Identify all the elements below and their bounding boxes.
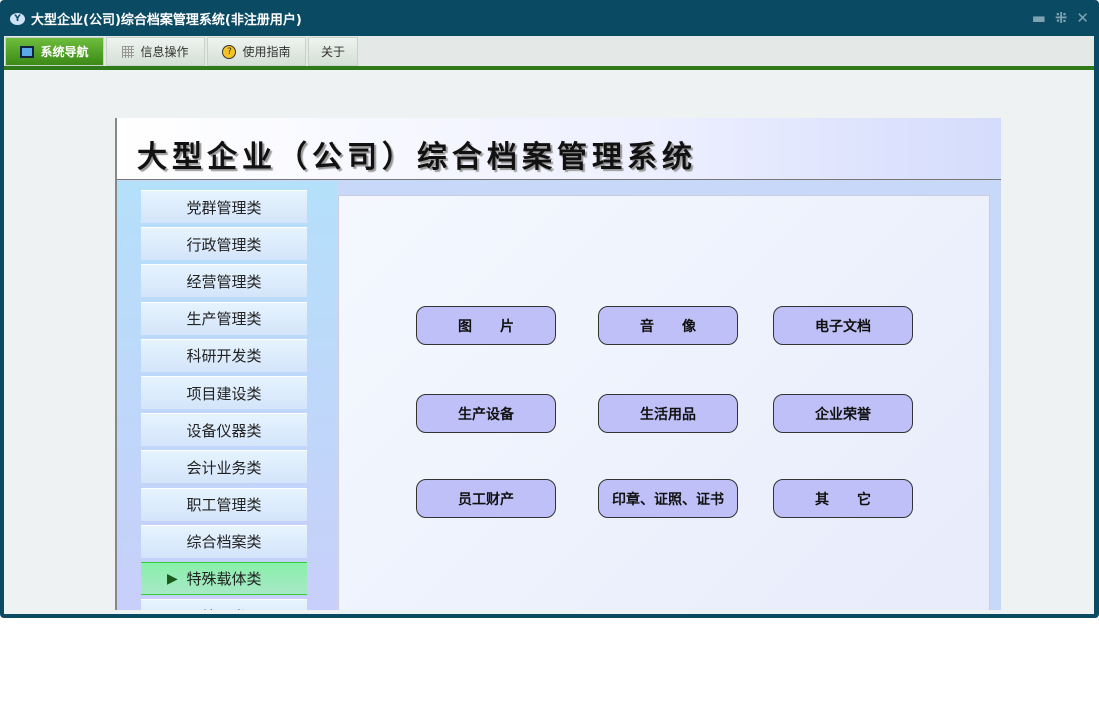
sidebar-item-label: 科研开发类 bbox=[186, 347, 262, 366]
archive-panel: 大型企业（公司）综合档案管理系统 党群管理类行政管理类经营管理类生产管理类科研开… bbox=[115, 118, 1001, 610]
monitor-icon bbox=[20, 45, 35, 58]
category-button[interactable]: 其 它 bbox=[773, 479, 913, 518]
sidebar-item[interactable]: 综合档案类 bbox=[141, 524, 307, 558]
category-button[interactable]: 图 片 bbox=[416, 306, 556, 345]
sidebar-item[interactable]: 行政管理类 bbox=[141, 227, 307, 261]
sidebar: 党群管理类行政管理类经营管理类生产管理类科研开发类项目建设类设备仪器类会计业务类… bbox=[117, 181, 337, 610]
category-buttons-panel: 图 片 音 像电子文档生产设备 生活用品 企业荣誉员工财产 印章、证照、证书其 它 bbox=[338, 195, 990, 610]
sidebar-item[interactable]: 编研类 bbox=[141, 599, 307, 610]
category-button[interactable]: 电子文档 bbox=[773, 306, 913, 345]
sidebar-item-label: 设备仪器类 bbox=[186, 421, 262, 440]
tab-system-nav[interactable]: 系统导航 bbox=[5, 37, 104, 66]
app-window: Y 大型企业(公司)综合档案管理系统(非注册用户) ▬ ⁜ ✕ 系统导航 信息操… bbox=[0, 0, 1099, 618]
panel-header: 大型企业（公司）综合档案管理系统 bbox=[117, 118, 1001, 180]
close-button[interactable]: ✕ bbox=[1076, 9, 1089, 27]
tab-about[interactable]: 关于 bbox=[308, 37, 358, 66]
category-button[interactable]: 员工财产 bbox=[416, 479, 556, 518]
category-button[interactable]: 音 像 bbox=[598, 306, 738, 345]
category-button[interactable]: 印章、证照、证书 bbox=[598, 479, 738, 518]
restore-button[interactable]: ⁜ bbox=[1055, 9, 1068, 27]
content-area: 大型企业（公司）综合档案管理系统 党群管理类行政管理类经营管理类生产管理类科研开… bbox=[4, 70, 1094, 614]
sidebar-item[interactable]: ▶ 特殊载体类 bbox=[141, 562, 307, 595]
app-logo-icon: Y bbox=[10, 12, 25, 25]
title-bar: Y 大型企业(公司)综合档案管理系统(非注册用户) bbox=[10, 9, 302, 28]
tab-label: 关于 bbox=[320, 45, 345, 59]
sidebar-item-label: 党群管理类 bbox=[186, 198, 262, 217]
tab-label: 系统导航 bbox=[40, 45, 89, 59]
tab-label: 信息操作 bbox=[140, 45, 189, 59]
sidebar-item-label: 会计业务类 bbox=[186, 458, 262, 477]
sidebar-item-label: 经营管理类 bbox=[186, 272, 262, 291]
category-button[interactable]: 生活用品 bbox=[598, 394, 738, 433]
sidebar-item[interactable]: 生产管理类 bbox=[141, 301, 307, 335]
sidebar-item-label: 职工管理类 bbox=[186, 496, 262, 515]
sidebar-item-label: 特殊载体类 bbox=[186, 570, 262, 588]
sidebar-item[interactable]: 党群管理类 bbox=[141, 190, 307, 223]
sidebar-item-label: 生产管理类 bbox=[186, 310, 262, 329]
sidebar-item[interactable]: 设备仪器类 bbox=[141, 413, 307, 447]
tab-bar: 系统导航 信息操作 ? 使用指南 关于 bbox=[4, 36, 1094, 66]
category-button[interactable]: 企业荣誉 bbox=[773, 394, 913, 433]
page-title: 大型企业（公司）综合档案管理系统 bbox=[137, 140, 697, 175]
category-button[interactable]: 生产设备 bbox=[416, 394, 556, 433]
minimize-button[interactable]: ▬ bbox=[1032, 9, 1046, 27]
sidebar-item-label: 综合档案类 bbox=[186, 533, 262, 552]
sidebar-item[interactable]: 会计业务类 bbox=[141, 450, 307, 484]
sidebar-item-label: 编研类 bbox=[201, 606, 246, 610]
help-icon: ? bbox=[222, 44, 237, 59]
sidebar-item-label: 项目建设类 bbox=[186, 384, 262, 403]
grid-icon bbox=[122, 45, 135, 58]
sidebar-item[interactable]: 科研开发类 bbox=[141, 338, 307, 372]
tab-label: 使用指南 bbox=[242, 45, 291, 59]
sidebar-item[interactable]: 项目建设类 bbox=[141, 376, 307, 409]
tab-user-guide[interactable]: ? 使用指南 bbox=[207, 37, 306, 66]
arrow-right-icon: ▶ bbox=[167, 570, 178, 587]
tab-info-ops[interactable]: 信息操作 bbox=[106, 37, 205, 66]
sidebar-item[interactable]: 经营管理类 bbox=[141, 264, 307, 298]
sidebar-item[interactable]: 职工管理类 bbox=[141, 487, 307, 521]
window-title: 大型企业(公司)综合档案管理系统(非注册用户) bbox=[31, 13, 302, 28]
sidebar-item-label: 行政管理类 bbox=[186, 235, 262, 254]
